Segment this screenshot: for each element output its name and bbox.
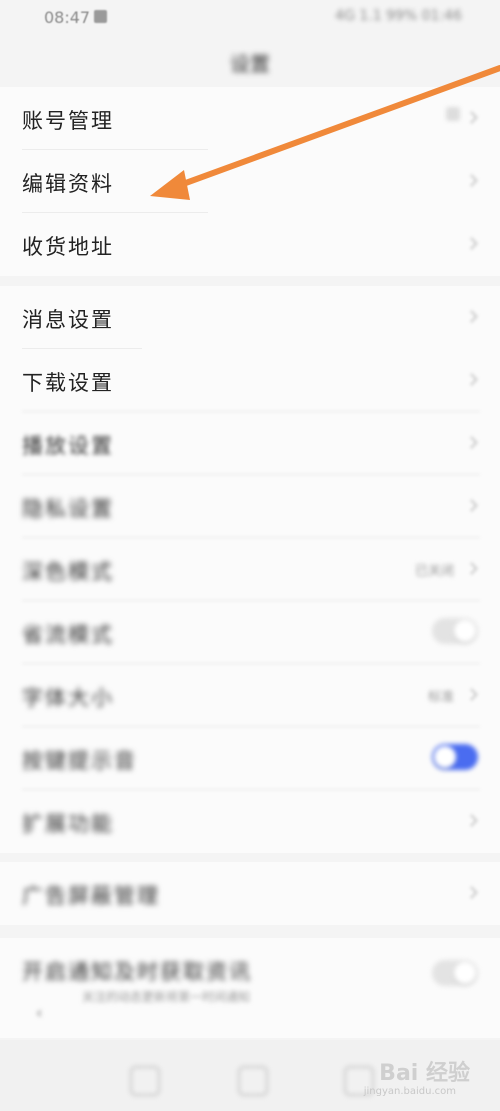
edit-profile-label: 编辑资料	[22, 172, 114, 196]
chevron-right-icon	[465, 562, 478, 575]
chevron-right-icon	[465, 310, 478, 323]
font-size-label: 字体大小	[22, 686, 114, 710]
chevron-right-icon	[465, 373, 478, 386]
home-icon[interactable]	[130, 1066, 160, 1096]
message-settings-label: 消息设置	[22, 308, 114, 332]
account-group: 账号管理 编辑资料 收货地址	[0, 87, 500, 276]
data-saver-label: 省流模式	[22, 623, 114, 647]
ad-block-row[interactable]: 广告屏蔽管理	[0, 862, 500, 925]
message-settings-row[interactable]: 消息设置	[0, 286, 500, 349]
status-indicators: 4G 1.1 99% 01:46	[335, 8, 462, 24]
notify-group: 开启通知及时获取资讯 关注的动态更新将第一时间通知	[0, 938, 500, 1038]
notify-row: 开启通知及时获取资讯 关注的动态更新将第一时间通知	[0, 938, 500, 1038]
extensions-row[interactable]: 扩展功能	[0, 790, 500, 853]
baidu-jingyan-watermark: Bai 经验	[379, 1055, 470, 1087]
account-management-label: 账号管理	[22, 109, 114, 133]
notify-label: 开启通知及时获取资讯	[22, 960, 252, 984]
back-icon[interactable]: ‹	[36, 1003, 42, 1022]
playback-settings-label: 播放设置	[22, 434, 114, 458]
data-saver-toggle[interactable]	[432, 618, 478, 644]
download-settings-row[interactable]: 下载设置	[0, 349, 500, 412]
discover-icon[interactable]	[238, 1066, 268, 1096]
toggle-knob	[434, 746, 456, 768]
account-avatar-icon	[446, 107, 460, 121]
dark-mode-value: 已关闭	[414, 564, 454, 579]
notify-toggle[interactable]	[432, 960, 478, 986]
toggle-knob	[454, 620, 476, 642]
dark-mode-row[interactable]: 深色模式 已关闭	[0, 538, 500, 601]
title-bar: 设置	[0, 34, 500, 86]
account-management-row[interactable]: 账号管理	[0, 87, 500, 150]
playback-settings-row[interactable]: 播放设置	[0, 412, 500, 475]
watermark-url: jingyan.baidu.com	[363, 1086, 456, 1097]
shipping-address-row[interactable]: 收货地址	[0, 213, 500, 276]
chevron-right-icon	[465, 886, 478, 899]
chevron-right-icon	[465, 814, 478, 827]
status-bar: 08:47 4G 1.1 99% 01:46	[0, 0, 500, 34]
edit-profile-row[interactable]: 编辑资料	[0, 150, 500, 213]
privacy-settings-row[interactable]: 隐私设置	[0, 475, 500, 538]
chevron-right-icon	[465, 174, 478, 187]
key-tone-row: 按键提示音	[0, 727, 500, 790]
chevron-right-icon	[465, 688, 478, 701]
privacy-settings-label: 隐私设置	[22, 497, 114, 521]
key-tone-toggle[interactable]	[432, 744, 478, 770]
alarm-icon	[94, 10, 107, 23]
chevron-right-icon	[465, 436, 478, 449]
dark-mode-label: 深色模式	[22, 560, 114, 584]
chevron-right-icon	[465, 237, 478, 250]
toggle-knob	[454, 962, 476, 984]
key-tone-label: 按键提示音	[22, 749, 137, 773]
download-settings-label: 下载设置	[22, 371, 114, 395]
data-saver-row: 省流模式	[0, 601, 500, 664]
notify-subtext: 关注的动态更新将第一时间通知	[82, 990, 251, 1004]
status-time: 08:47	[44, 8, 91, 27]
ad-block-label: 广告屏蔽管理	[22, 884, 160, 908]
settings-group: 消息设置 下载设置 播放设置 隐私设置 深色模式 已关闭 省流模式 字体大小 标…	[0, 286, 500, 853]
font-size-row[interactable]: 字体大小 标准	[0, 664, 500, 727]
watermark-brand: Bai 经验	[379, 1061, 470, 1086]
extensions-label: 扩展功能	[22, 812, 114, 836]
ads-group: 广告屏蔽管理	[0, 862, 500, 925]
chevron-right-icon	[465, 499, 478, 512]
shipping-address-label: 收货地址	[22, 235, 114, 259]
page-title: 设置	[230, 52, 270, 76]
chevron-right-icon	[465, 111, 478, 124]
font-size-value: 标准	[427, 690, 454, 705]
